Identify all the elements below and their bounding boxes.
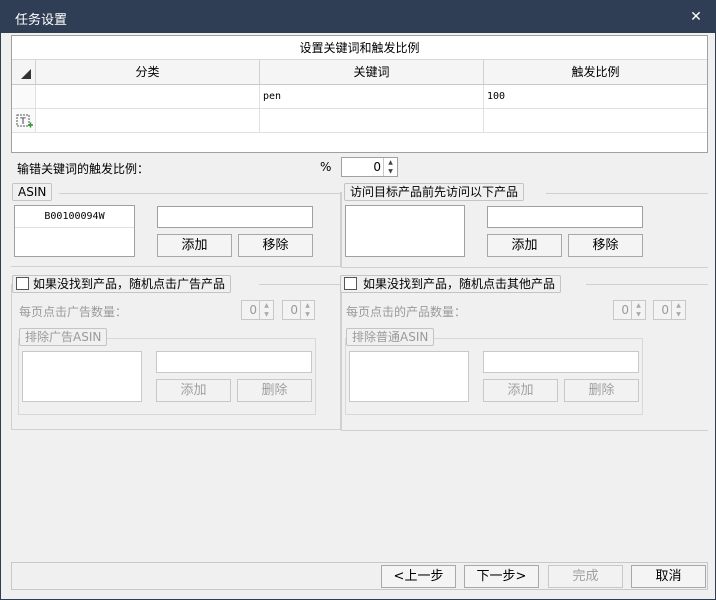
new-row-header[interactable]: T	[12, 109, 36, 133]
asin-list[interactable]: B00100094W	[14, 205, 135, 257]
exclude-ad-list[interactable]	[22, 351, 142, 402]
exclude-other-legend: 排除普通ASIN	[346, 328, 435, 346]
new-cell-category[interactable]	[36, 109, 260, 133]
exclude-other-list[interactable]	[349, 351, 469, 402]
exclude-ad-add-button[interactable]: 添加	[156, 379, 231, 402]
percent-unit: %	[320, 160, 332, 174]
visit-list[interactable]	[345, 205, 465, 257]
add-row-icon: T	[16, 114, 33, 128]
divider	[341, 284, 342, 430]
other-min-spinner[interactable]: 0 ▲ ▼	[613, 300, 646, 320]
exclude-other-input[interactable]	[483, 351, 639, 373]
up-arrow-icon: ▲	[636, 302, 641, 309]
column-header-keyword[interactable]: 关键词	[260, 60, 484, 85]
ad-count-label: 每页点击广告数量：	[19, 305, 128, 319]
visit-legend: 访问目标产品前先访问以下产品	[344, 183, 525, 201]
up-arrow-icon: ▲	[388, 159, 393, 166]
down-arrow-icon: ▼	[676, 311, 681, 318]
divider	[259, 284, 341, 285]
down-arrow-icon: ▼	[305, 311, 310, 318]
divider	[341, 430, 708, 431]
exclude-other-add-button[interactable]: 添加	[483, 379, 558, 402]
new-cell-keyword[interactable]	[260, 109, 484, 133]
divider	[59, 193, 341, 194]
visit-remove-button[interactable]: 移除	[568, 234, 643, 257]
divider	[546, 193, 708, 194]
ad-checkbox[interactable]	[16, 277, 29, 290]
visit-add-button[interactable]: 添加	[487, 234, 562, 257]
ad-checkbox-label: 如果没找到产品，随机点击广告产品	[33, 277, 226, 291]
divider	[341, 267, 708, 268]
row-header	[12, 85, 36, 109]
other-checkbox-legend[interactable]: 如果没找到产品，随机点击其他产品	[340, 275, 562, 293]
other-checkbox[interactable]	[344, 277, 357, 290]
exclude-ad-delete-button[interactable]: 删除	[237, 379, 312, 402]
finish-button[interactable]: 完成	[548, 565, 623, 588]
up-arrow-icon: ▲	[305, 302, 310, 309]
down-arrow-icon: ▼	[264, 311, 269, 318]
other-max-spinner[interactable]: 0 ▲ ▼	[653, 300, 686, 320]
cell-category[interactable]	[36, 85, 260, 109]
down-arrow-icon: ▼	[388, 168, 393, 175]
column-header-category[interactable]: 分类	[36, 60, 260, 85]
task-settings-dialog: 任务设置 ✕ 设置关键词和触发比例 分类 关键词 触发比例 pen 100 T …	[0, 0, 716, 600]
up-arrow-icon: ▲	[264, 302, 269, 309]
divider	[341, 192, 342, 267]
cell-keyword[interactable]: pen	[260, 85, 484, 109]
ad-min-spinner[interactable]: 0 ▲ ▼	[241, 300, 274, 320]
cancel-button[interactable]: 取消	[631, 565, 706, 588]
other-count-label: 每页点击的产品数量：	[346, 305, 467, 319]
divider	[586, 284, 708, 285]
up-arrow-icon: ▲	[676, 302, 681, 309]
exclude-other-delete-button[interactable]: 删除	[564, 379, 639, 402]
spinner-arrows[interactable]: ▲ ▼	[383, 158, 397, 176]
exclude-ad-input[interactable]	[156, 351, 312, 373]
keyword-table: 设置关键词和触发比例 分类 关键词 触发比例 pen 100 T	[11, 35, 708, 153]
asin-input[interactable]	[157, 206, 313, 228]
svg-text:T: T	[19, 117, 26, 127]
prev-button[interactable]: <上一步	[381, 565, 456, 588]
other-checkbox-label: 如果没找到产品，随机点击其他产品	[363, 277, 556, 291]
exclude-ad-legend: 排除广告ASIN	[19, 328, 108, 346]
down-arrow-icon: ▼	[636, 311, 641, 318]
asin-add-button[interactable]: 添加	[157, 234, 232, 257]
cell-ratio[interactable]: 100	[484, 85, 707, 109]
new-cell-ratio[interactable]	[484, 109, 707, 133]
keyword-table-caption: 设置关键词和触发比例	[12, 36, 707, 60]
sort-corner-icon	[21, 69, 31, 79]
asin-legend: ASIN	[12, 183, 53, 201]
asin-remove-button[interactable]: 移除	[238, 234, 313, 257]
ad-max-spinner[interactable]: 0 ▲ ▼	[282, 300, 315, 320]
misspell-ratio-spinner[interactable]: 0 ▲ ▼	[341, 157, 398, 177]
column-header-ratio[interactable]: 触发比例	[484, 60, 707, 85]
next-button[interactable]: 下一步>	[464, 565, 539, 588]
list-item[interactable]: B00100094W	[15, 206, 134, 228]
visit-input[interactable]	[487, 206, 643, 228]
window-title: 任务设置	[15, 13, 68, 28]
ad-checkbox-legend[interactable]: 如果没找到产品，随机点击广告产品	[12, 275, 232, 293]
row-header-corner[interactable]	[12, 60, 36, 85]
title-bar: 任务设置 ✕	[1, 1, 715, 33]
close-icon[interactable]: ✕	[687, 8, 705, 26]
misspell-ratio-label: 输错关键词的触发比例：	[17, 162, 150, 176]
